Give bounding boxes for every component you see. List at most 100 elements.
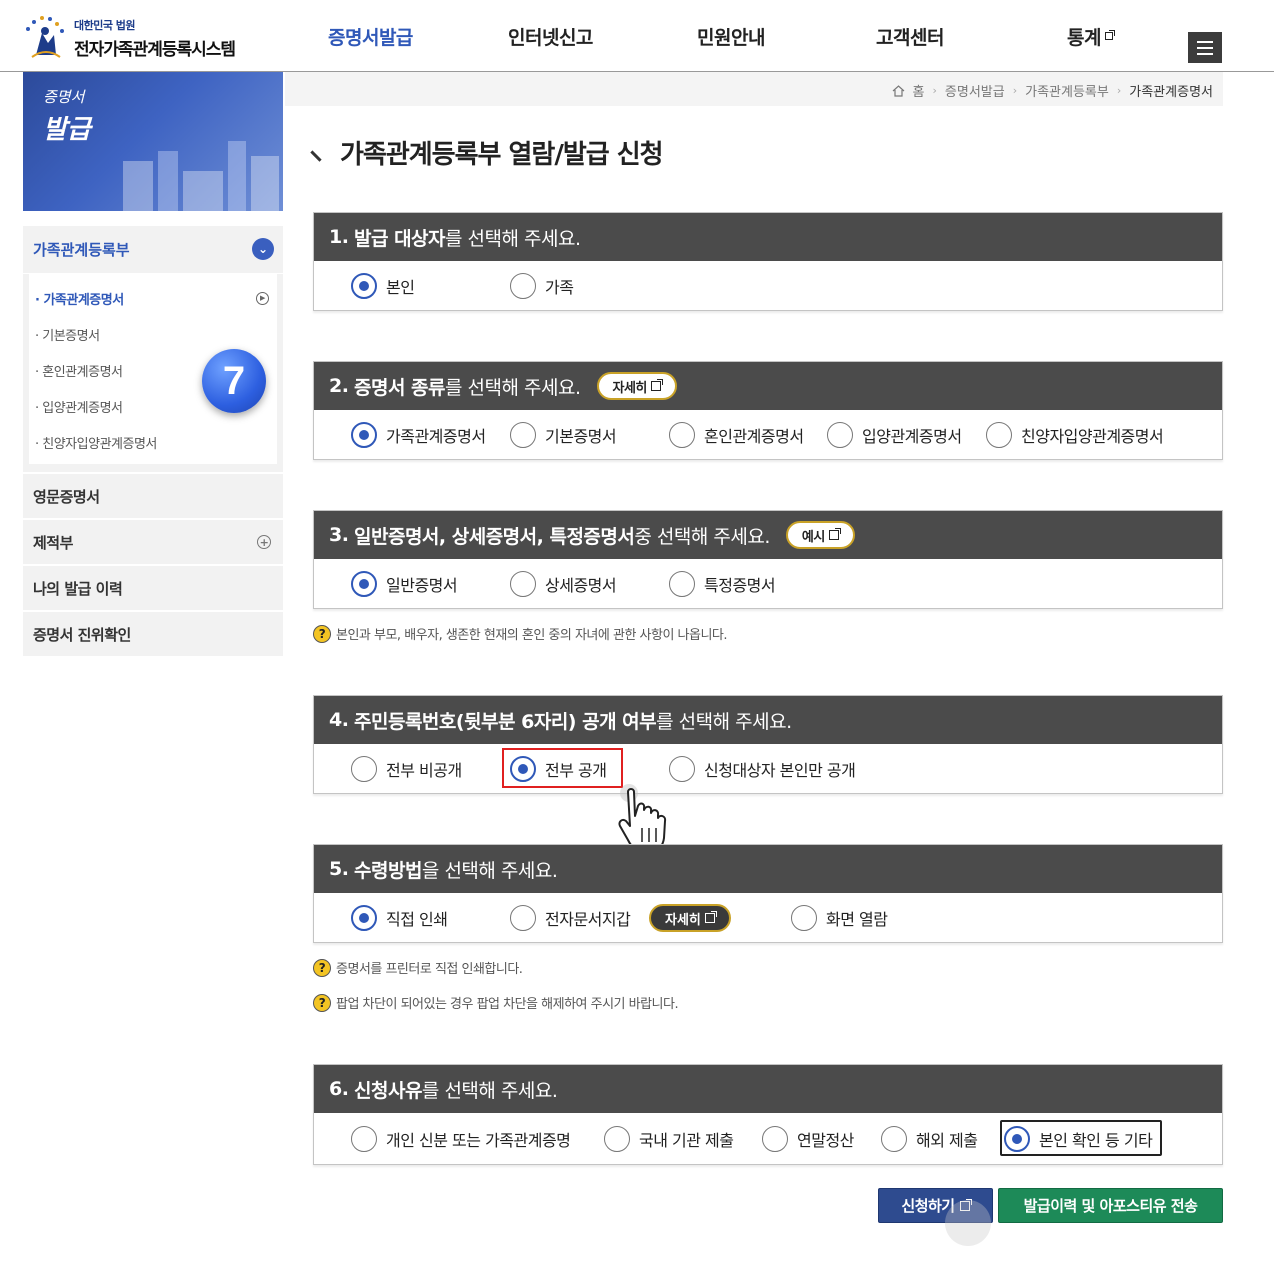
radio-self[interactable]: 본인 bbox=[351, 261, 415, 310]
logo-title: 전자가족관계등록시스템 bbox=[74, 39, 236, 60]
option-label: 특정증명서 bbox=[704, 575, 776, 595]
sidebar-item-english[interactable]: 영문증명서 bbox=[23, 472, 283, 518]
site-logo[interactable]: 대한민국 법원 전자가족관계등록시스템 bbox=[22, 14, 262, 62]
option-label: 일반증명서 bbox=[386, 575, 458, 595]
radio-button[interactable] bbox=[510, 570, 536, 597]
radio-adoption-cert[interactable]: 입양관계증명서 bbox=[827, 410, 962, 459]
option-label: 전자문서지갑 bbox=[545, 909, 631, 929]
radio-button[interactable] bbox=[827, 421, 853, 448]
radio-button[interactable] bbox=[669, 421, 695, 448]
court-emblem-icon bbox=[22, 15, 70, 61]
sidebar-item-family-relation[interactable]: · 가족관계증명서 ▶ bbox=[29, 280, 277, 316]
nav-customer-center[interactable]: 고객센터 bbox=[876, 0, 944, 72]
radio-button[interactable] bbox=[669, 755, 695, 782]
option-label: 직접 인쇄 bbox=[386, 909, 448, 929]
radio-button[interactable] bbox=[762, 1125, 788, 1152]
radio-e-wallet[interactable]: 전자문서지갑 bbox=[510, 893, 631, 942]
radio-button[interactable] bbox=[791, 904, 817, 931]
breadcrumb-home[interactable]: 홈 bbox=[913, 81, 925, 100]
left-sidebar: 가족관계등록부 ⌄ · 가족관계증명서 ▶ · 기본증명서 · 혼인관계증명서 … bbox=[23, 226, 283, 656]
section-rest: 을 선택해 주세요. bbox=[421, 859, 558, 882]
radio-detailed[interactable]: 상세증명서 bbox=[510, 559, 617, 608]
sidebar-sub-label: · 혼인관계증명서 bbox=[35, 364, 123, 380]
option-label: 가족 bbox=[545, 277, 574, 297]
section-rest: 중 선택해 주세요. bbox=[634, 525, 770, 548]
banner-line2: 발급 bbox=[43, 115, 91, 145]
radio-basic-cert[interactable]: 기본증명서 bbox=[510, 410, 617, 459]
radio-button[interactable] bbox=[986, 421, 1012, 448]
hint-text: 팝업 차단이 되어있는 경우 팝업 차단을 해제하여 주시기 바랍니다. bbox=[336, 997, 679, 1012]
radio-self-only-public[interactable]: 신청대상자 본인만 공개 bbox=[669, 744, 856, 793]
radio-year-end-tax[interactable]: 연말정산 bbox=[762, 1113, 854, 1164]
section-header: 1. 발급 대상자 를 선택해 주세요. bbox=[314, 213, 1222, 261]
radio-family-cert[interactable]: 가족관계증명서 bbox=[351, 410, 486, 459]
option-label: 연말정산 bbox=[797, 1130, 854, 1150]
books-illustration-icon bbox=[123, 141, 279, 211]
breadcrumb-cert[interactable]: 증명서발급 bbox=[945, 81, 1005, 100]
highlight-box bbox=[502, 748, 623, 788]
sidebar-item-my-history[interactable]: 나의 발급 이력 bbox=[23, 564, 283, 610]
sidebar-item-verify[interactable]: 증명서 진위확인 bbox=[23, 610, 283, 656]
detail-button[interactable]: 자세히 bbox=[649, 904, 731, 932]
radio-button[interactable] bbox=[351, 570, 377, 597]
question-icon: ? bbox=[313, 958, 331, 977]
detail-button[interactable]: 자세히 bbox=[596, 372, 677, 400]
chevron-right-icon: › bbox=[1012, 84, 1018, 97]
sidebar-item-removed-register[interactable]: 제적부 + bbox=[23, 518, 283, 564]
sidebar-sub-label: · 입양관계증명서 bbox=[35, 400, 123, 416]
hint-popup: ? 팝업 차단이 되어있는 경우 팝업 차단을 해제하여 주시기 바랍니다. bbox=[313, 993, 679, 1012]
chevron-right-icon: › bbox=[932, 84, 937, 97]
nav-statistics[interactable]: 통계 bbox=[1067, 0, 1115, 72]
radio-button[interactable] bbox=[351, 904, 377, 931]
sidebar-sub-label: · 기본증명서 bbox=[35, 328, 100, 344]
sidebar-item-full-adoption[interactable]: · 친양자입양관계증명서 bbox=[29, 424, 277, 460]
send-history-button[interactable]: 발급이력 및 아포스티유 전송 bbox=[998, 1188, 1223, 1223]
radio-identity-proof[interactable]: 개인 신분 또는 가족관계증명 bbox=[351, 1113, 571, 1164]
radio-domestic-agency[interactable]: 국내 기관 제출 bbox=[604, 1113, 734, 1164]
radio-overseas[interactable]: 해외 제출 bbox=[881, 1113, 978, 1164]
section-num: 4. bbox=[329, 709, 349, 731]
nav-certificate-issue[interactable]: 증명서발급 bbox=[328, 0, 413, 72]
radio-all-private[interactable]: 전부 비공개 bbox=[351, 744, 462, 793]
sidebar-item-label: 나의 발급 이력 bbox=[33, 579, 123, 598]
nav-online-report[interactable]: 인터넷신고 bbox=[508, 0, 593, 72]
option-label: 상세증명서 bbox=[545, 575, 617, 595]
plus-circle-icon[interactable]: + bbox=[257, 535, 271, 549]
banner-line1: 증명서 bbox=[43, 88, 85, 106]
radio-button[interactable] bbox=[351, 755, 377, 782]
step-number-badge: 7 bbox=[202, 349, 266, 413]
radio-button[interactable] bbox=[510, 421, 536, 448]
radio-button[interactable] bbox=[351, 272, 377, 299]
option-label: 개인 신분 또는 가족관계증명 bbox=[386, 1130, 571, 1150]
question-icon: ? bbox=[313, 993, 331, 1012]
hamburger-menu-button[interactable] bbox=[1188, 32, 1222, 63]
send-label: 발급이력 및 아포스티유 전송 bbox=[1023, 1197, 1198, 1215]
radio-direct-print[interactable]: 직접 인쇄 bbox=[351, 893, 448, 942]
radio-screen-view[interactable]: 화면 열람 bbox=[791, 893, 888, 942]
radio-button[interactable] bbox=[669, 570, 695, 597]
section-rest: 를 선택해 주세요. bbox=[445, 227, 581, 250]
section-header: 4. 주민등록번호(뒷부분 6자리) 공개 여부 를 선택해 주세요. bbox=[314, 696, 1222, 744]
radio-family[interactable]: 가족 bbox=[510, 261, 574, 310]
radio-full-adoption-cert[interactable]: 친양자입양관계증명서 bbox=[986, 410, 1164, 459]
radio-button[interactable] bbox=[510, 904, 536, 931]
radio-specific[interactable]: 특정증명서 bbox=[669, 559, 776, 608]
option-label: 해외 제출 bbox=[916, 1130, 978, 1150]
chevron-down-icon[interactable]: ⌄ bbox=[252, 238, 274, 260]
sidebar-item-basic[interactable]: · 기본증명서 bbox=[29, 316, 277, 352]
sidebar-family-register[interactable]: 가족관계등록부 ⌄ bbox=[23, 226, 283, 274]
radio-button[interactable] bbox=[604, 1125, 630, 1152]
radio-marriage-cert[interactable]: 혼인관계증명서 bbox=[669, 410, 804, 459]
radio-general[interactable]: 일반증명서 bbox=[351, 559, 458, 608]
chevron-right-icon: › bbox=[1116, 84, 1122, 97]
radio-button[interactable] bbox=[510, 272, 536, 299]
section-receive-method: 5. 수령방법 을 선택해 주세요. 직접 인쇄 전자문서지갑 자세히 화면 열람 bbox=[313, 844, 1223, 943]
radio-button[interactable] bbox=[351, 421, 377, 448]
radio-button[interactable] bbox=[351, 1125, 377, 1152]
radio-button[interactable] bbox=[881, 1125, 907, 1152]
section-cert-type: 2. 증명서 종류 를 선택해 주세요. 자세히 가족관계증명서 기본증명서 혼인… bbox=[313, 361, 1223, 460]
page-title-text: 가족관계등록부 열람/발급 신청 bbox=[340, 140, 664, 170]
breadcrumb-register[interactable]: 가족관계등록부 bbox=[1025, 81, 1109, 100]
nav-civil-guide[interactable]: 민원안내 bbox=[697, 0, 765, 72]
example-button[interactable]: 예시 bbox=[785, 521, 855, 549]
